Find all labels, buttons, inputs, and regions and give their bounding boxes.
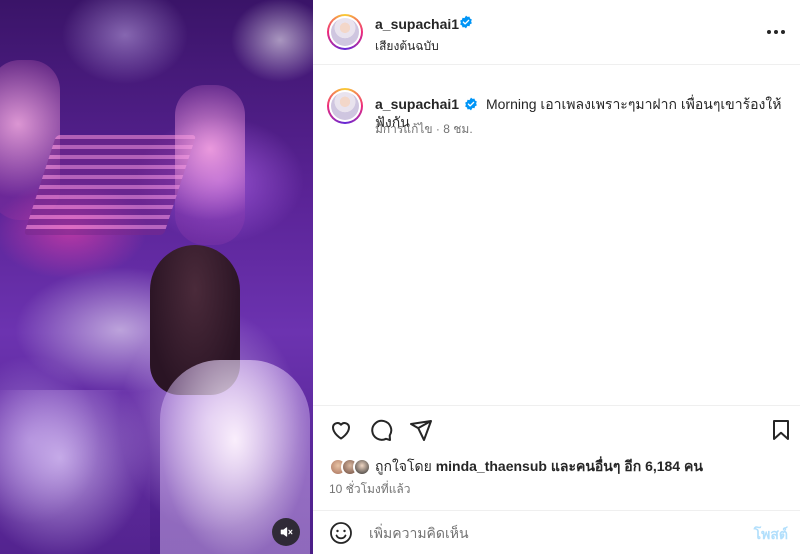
author-username[interactable]: a_supachai1 [375,16,459,32]
comment-icon[interactable] [369,418,393,442]
caption-author-username[interactable]: a_supachai1 [375,96,459,112]
caption-edited-meta: มีการแก้ไข · 8 ชม. [375,122,473,136]
emoji-icon[interactable] [329,521,353,545]
mute-icon [280,527,293,537]
liker-avatar[interactable] [353,458,371,476]
original-audio-link[interactable]: เสียงต้นฉบับ [375,37,439,56]
comment-bar: โพสต์ [313,510,800,554]
post-comment-button[interactable]: โพสต์ [754,524,788,546]
comment-input[interactable] [369,522,729,544]
likes-count[interactable]: และคนอื่นๆ อีก 6,184 คน [551,458,703,474]
post-timestamp[interactable]: 10 ชั่วโมงที่แล้ว [329,480,411,499]
post-header: a_supachai1 เสียงต้นฉบับ [313,0,800,65]
table-decoration [0,390,150,554]
liker-username[interactable]: minda_thaensub [436,458,547,474]
verified-icon [460,15,472,29]
likes-prefix: ถูกใจโดย [375,458,432,474]
heart-icon[interactable] [329,418,353,442]
author-avatar[interactable] [327,14,363,50]
action-bar [313,405,800,450]
likes-text[interactable]: ถูกใจโดย minda_thaensub และคนอื่นๆ อีก 6… [375,456,703,478]
share-icon[interactable] [409,418,433,442]
bookmark-icon[interactable] [769,418,793,442]
likes-summary: ถูกใจโดย minda_thaensub และคนอื่นๆ อีก 6… [329,456,703,478]
post-details-panel: a_supachai1 เสียงต้นฉบับ a_supachai1 Mor… [313,0,800,554]
caption-author-avatar[interactable] [327,88,363,124]
flower-decoration-right [175,85,245,245]
more-icon [767,30,771,34]
verified-icon [465,97,477,111]
mute-button[interactable] [272,518,300,546]
more-options-button[interactable] [764,24,788,40]
verified-badge [459,15,473,34]
post-media-video[interactable] [0,0,313,554]
